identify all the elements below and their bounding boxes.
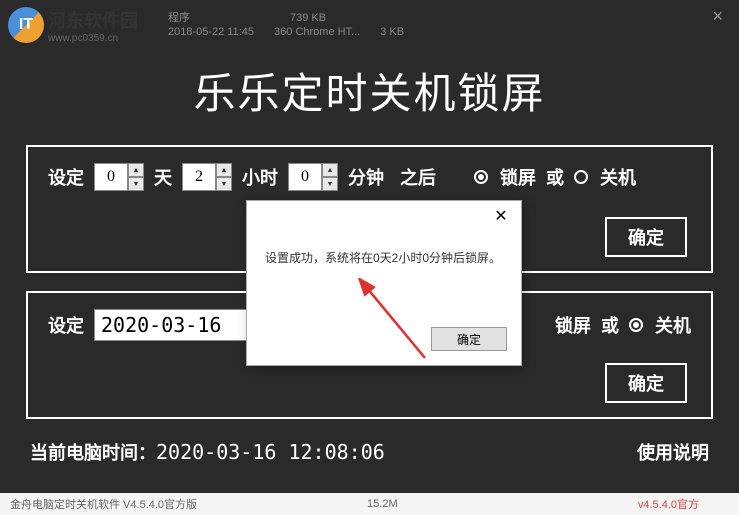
label-or2: 或 bbox=[601, 312, 619, 338]
help-link[interactable]: 使用说明 bbox=[637, 439, 709, 465]
minutes-up[interactable]: ▲ bbox=[322, 163, 338, 177]
file-date: 2018-05-22 11:45 bbox=[168, 25, 254, 39]
label-set: 设定 bbox=[48, 164, 84, 190]
countdown-confirm-button[interactable]: 确定 bbox=[605, 217, 687, 257]
header-file-info: 程序 739 KB 2018-05-22 11:45 360 Chrome HT… bbox=[168, 11, 404, 40]
days-spinner[interactable]: ▲▼ bbox=[94, 163, 144, 191]
brand-url: www.pc0359.cn bbox=[48, 33, 138, 44]
dialog-close-icon[interactable]: ✕ bbox=[481, 206, 521, 226]
bottom-text: 金舟电脑定时关机软件 V4.5.4.0官方版 bbox=[10, 496, 197, 512]
hours-down[interactable]: ▼ bbox=[216, 177, 232, 191]
opt-shutdown2[interactable]: 关机 bbox=[655, 312, 691, 338]
watermark-logo: IT 河东软件园 www.pc0359.cn bbox=[8, 7, 138, 44]
radio-lock[interactable] bbox=[474, 170, 488, 184]
minutes-down[interactable]: ▼ bbox=[322, 177, 338, 191]
label-hours: 小时 bbox=[242, 164, 278, 190]
days-up[interactable]: ▲ bbox=[128, 163, 144, 177]
opt-lock2[interactable]: 锁屏 bbox=[555, 312, 591, 338]
days-input[interactable] bbox=[94, 163, 128, 191]
bottom-version: v4.5.4.0官方 bbox=[638, 496, 699, 512]
hours-input[interactable] bbox=[182, 163, 216, 191]
label-minutes: 分钟 bbox=[348, 164, 384, 190]
radio-shutdown2[interactable] bbox=[629, 318, 643, 332]
label-set2: 设定 bbox=[48, 312, 84, 338]
footer: 当前电脑时间：2020-03-16 12:08:06 使用说明 bbox=[0, 437, 739, 465]
titlebar: IT 河东软件园 www.pc0359.cn 程序 739 KB 2018-05… bbox=[0, 0, 739, 50]
logo-icon: IT bbox=[8, 7, 44, 43]
close-icon[interactable]: × bbox=[704, 4, 731, 29]
minutes-input[interactable] bbox=[288, 163, 322, 191]
hours-up[interactable]: ▲ bbox=[216, 163, 232, 177]
brand-name: 河东软件园 bbox=[48, 7, 138, 33]
app-title: 乐乐定时关机锁屏 bbox=[0, 50, 739, 145]
opt-shutdown[interactable]: 关机 bbox=[600, 164, 636, 190]
file-type: 程序 bbox=[168, 11, 190, 25]
file-name: 360 Chrome HT... bbox=[274, 25, 360, 39]
dialog-ok-button[interactable]: 确定 bbox=[431, 327, 507, 351]
dialog-titlebar: ✕ bbox=[247, 201, 521, 231]
days-down[interactable]: ▼ bbox=[128, 177, 144, 191]
label-after: 之后 bbox=[400, 164, 436, 190]
file-size2: 3 KB bbox=[380, 25, 404, 39]
label-days: 天 bbox=[154, 164, 172, 190]
bottom-strip: 金舟电脑定时关机软件 V4.5.4.0官方版 15.2M v4.5.4.0官方 bbox=[0, 493, 739, 515]
file-size: 739 KB bbox=[290, 11, 326, 25]
radio-shutdown[interactable] bbox=[574, 170, 588, 184]
footer-time: 2020-03-16 12:08:06 bbox=[156, 440, 385, 464]
datetime-confirm-button[interactable]: 确定 bbox=[605, 363, 687, 403]
footer-label: 当前电脑时间： bbox=[30, 443, 156, 463]
success-dialog: ✕ 设置成功，系统将在0天2小时0分钟后锁屏。 确定 bbox=[246, 200, 522, 366]
bottom-size: 15.2M bbox=[367, 498, 398, 510]
hours-spinner[interactable]: ▲▼ bbox=[182, 163, 232, 191]
opt-lock[interactable]: 锁屏 bbox=[500, 164, 536, 190]
label-or: 或 bbox=[546, 164, 564, 190]
dialog-message: 设置成功，系统将在0天2小时0分钟后锁屏。 bbox=[247, 231, 521, 266]
minutes-spinner[interactable]: ▲▼ bbox=[288, 163, 338, 191]
